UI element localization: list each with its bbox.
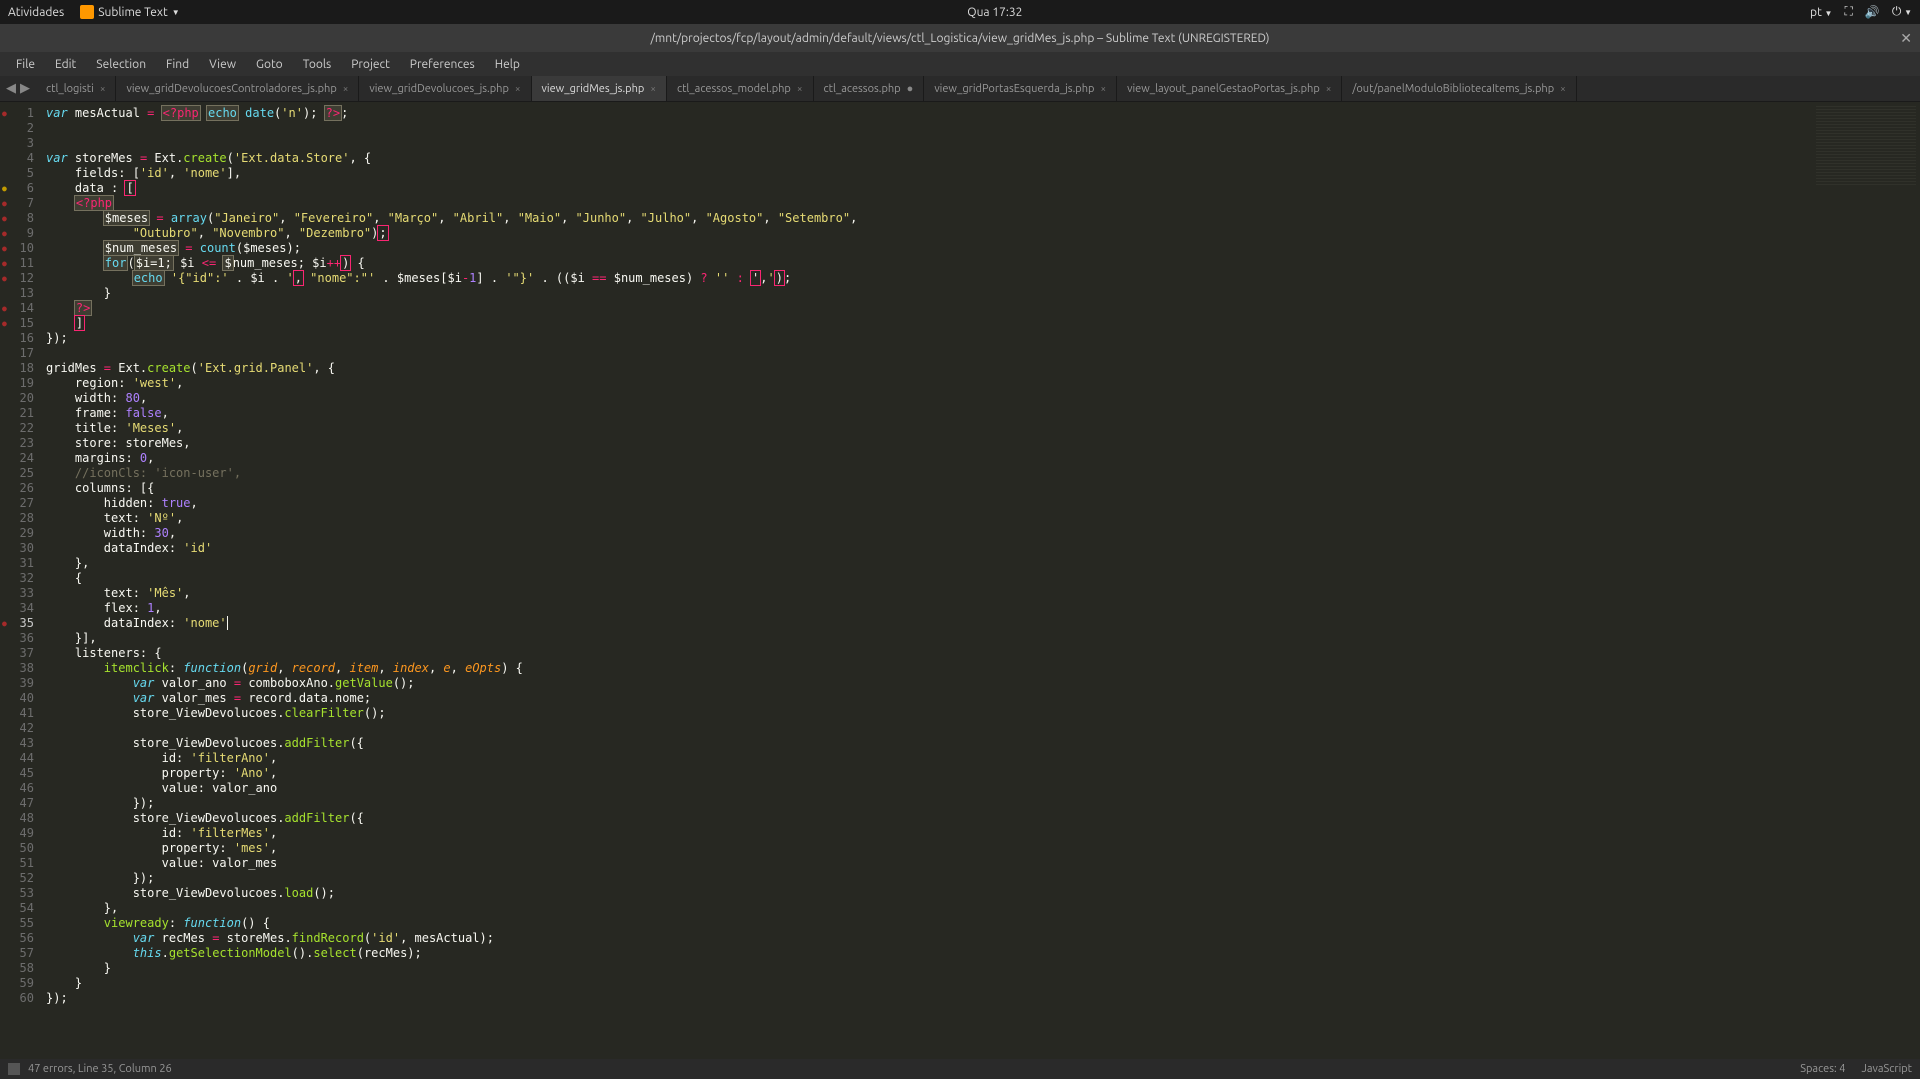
editor: 1234567891011121314151617181920212223242… [0, 102, 1920, 1059]
tab[interactable]: view_gridDevolucoes_js.php× [359, 76, 531, 101]
minimap-content [1816, 106, 1916, 186]
tab-close-icon[interactable]: × [1100, 83, 1106, 94]
menu-bar: File Edit Selection Find View Goto Tools… [0, 52, 1920, 76]
activities-button[interactable]: Atividades [8, 6, 64, 19]
tab-close-icon[interactable]: × [515, 83, 521, 94]
minimap[interactable] [1810, 102, 1920, 1059]
window-title: /mnt/projectos/fcp/layout/admin/default/… [650, 32, 1269, 45]
code-area[interactable]: var mesActual = <?php echo date('n'); ?>… [42, 102, 1810, 1059]
app-menu[interactable]: Sublime Text ▼ [80, 5, 179, 19]
status-bar: 47 errors, Line 35, Column 26 Spaces: 4 … [0, 1059, 1920, 1079]
display-icon[interactable]: ⛶ [1844, 5, 1852, 19]
chevron-down-icon: ▼ [172, 8, 180, 17]
menu-view[interactable]: View [201, 56, 244, 73]
tab-nav-back[interactable]: ◀ [6, 81, 16, 96]
menu-edit[interactable]: Edit [47, 56, 84, 73]
menu-selection[interactable]: Selection [88, 56, 154, 73]
power-icon[interactable]: ⏻ ▼ [1892, 5, 1912, 19]
status-message[interactable]: 47 errors, Line 35, Column 26 [28, 1063, 172, 1075]
language-indicator[interactable]: pt ▼ [1810, 6, 1832, 19]
window-title-bar: /mnt/projectos/fcp/layout/admin/default/… [0, 24, 1920, 52]
menu-find[interactable]: Find [158, 56, 197, 73]
line-number-gutter[interactable]: 1234567891011121314151617181920212223242… [0, 102, 42, 1059]
tab-active[interactable]: view_gridMes_js.php× [532, 76, 667, 101]
tab-close-icon[interactable]: × [797, 83, 803, 94]
tab[interactable]: view_gridDevolucoesControladores_js.php× [116, 76, 359, 101]
tab-close-icon[interactable]: × [343, 83, 349, 94]
status-syntax[interactable]: JavaScript [1861, 1063, 1912, 1075]
menu-help[interactable]: Help [487, 56, 528, 73]
clock[interactable]: Qua 17:32 [180, 6, 1810, 19]
tab-nav-forward[interactable]: ▶ [20, 81, 30, 96]
tab-close-icon[interactable]: × [100, 83, 106, 94]
menu-preferences[interactable]: Preferences [402, 56, 483, 73]
tab[interactable]: ctl_logisti× [36, 76, 116, 101]
status-icon[interactable] [8, 1063, 20, 1075]
status-indent[interactable]: Spaces: 4 [1800, 1063, 1845, 1075]
tab-close-icon[interactable]: × [650, 83, 656, 94]
menu-goto[interactable]: Goto [248, 56, 291, 73]
tab[interactable]: ctl_acessos_model.php× [667, 76, 814, 101]
volume-icon[interactable]: 🔊 [1865, 5, 1880, 19]
menu-project[interactable]: Project [343, 56, 398, 73]
sublime-icon [80, 5, 94, 19]
tab-bar: ◀ ▶ ctl_logisti× view_gridDevolucoesCont… [0, 76, 1920, 102]
tab[interactable]: view_gridPortasEsquerda_js.php× [924, 76, 1117, 101]
system-top-bar: Atividades Sublime Text ▼ Qua 17:32 pt ▼… [0, 0, 1920, 24]
tab-dirty-icon: ● [907, 83, 914, 95]
menu-file[interactable]: File [8, 56, 43, 73]
tab-close-icon[interactable]: × [1560, 83, 1566, 94]
window-close-button[interactable]: ✕ [1900, 30, 1912, 47]
tab-close-icon[interactable]: × [1326, 83, 1332, 94]
menu-tools[interactable]: Tools [295, 56, 340, 73]
tab[interactable]: ctl_acessos.php● [814, 76, 925, 101]
tab[interactable]: view_layout_panelGestaoPortas_js.php× [1117, 76, 1342, 101]
tab[interactable]: /out/panelModuloBibliotecaItems_js.php× [1342, 76, 1576, 101]
